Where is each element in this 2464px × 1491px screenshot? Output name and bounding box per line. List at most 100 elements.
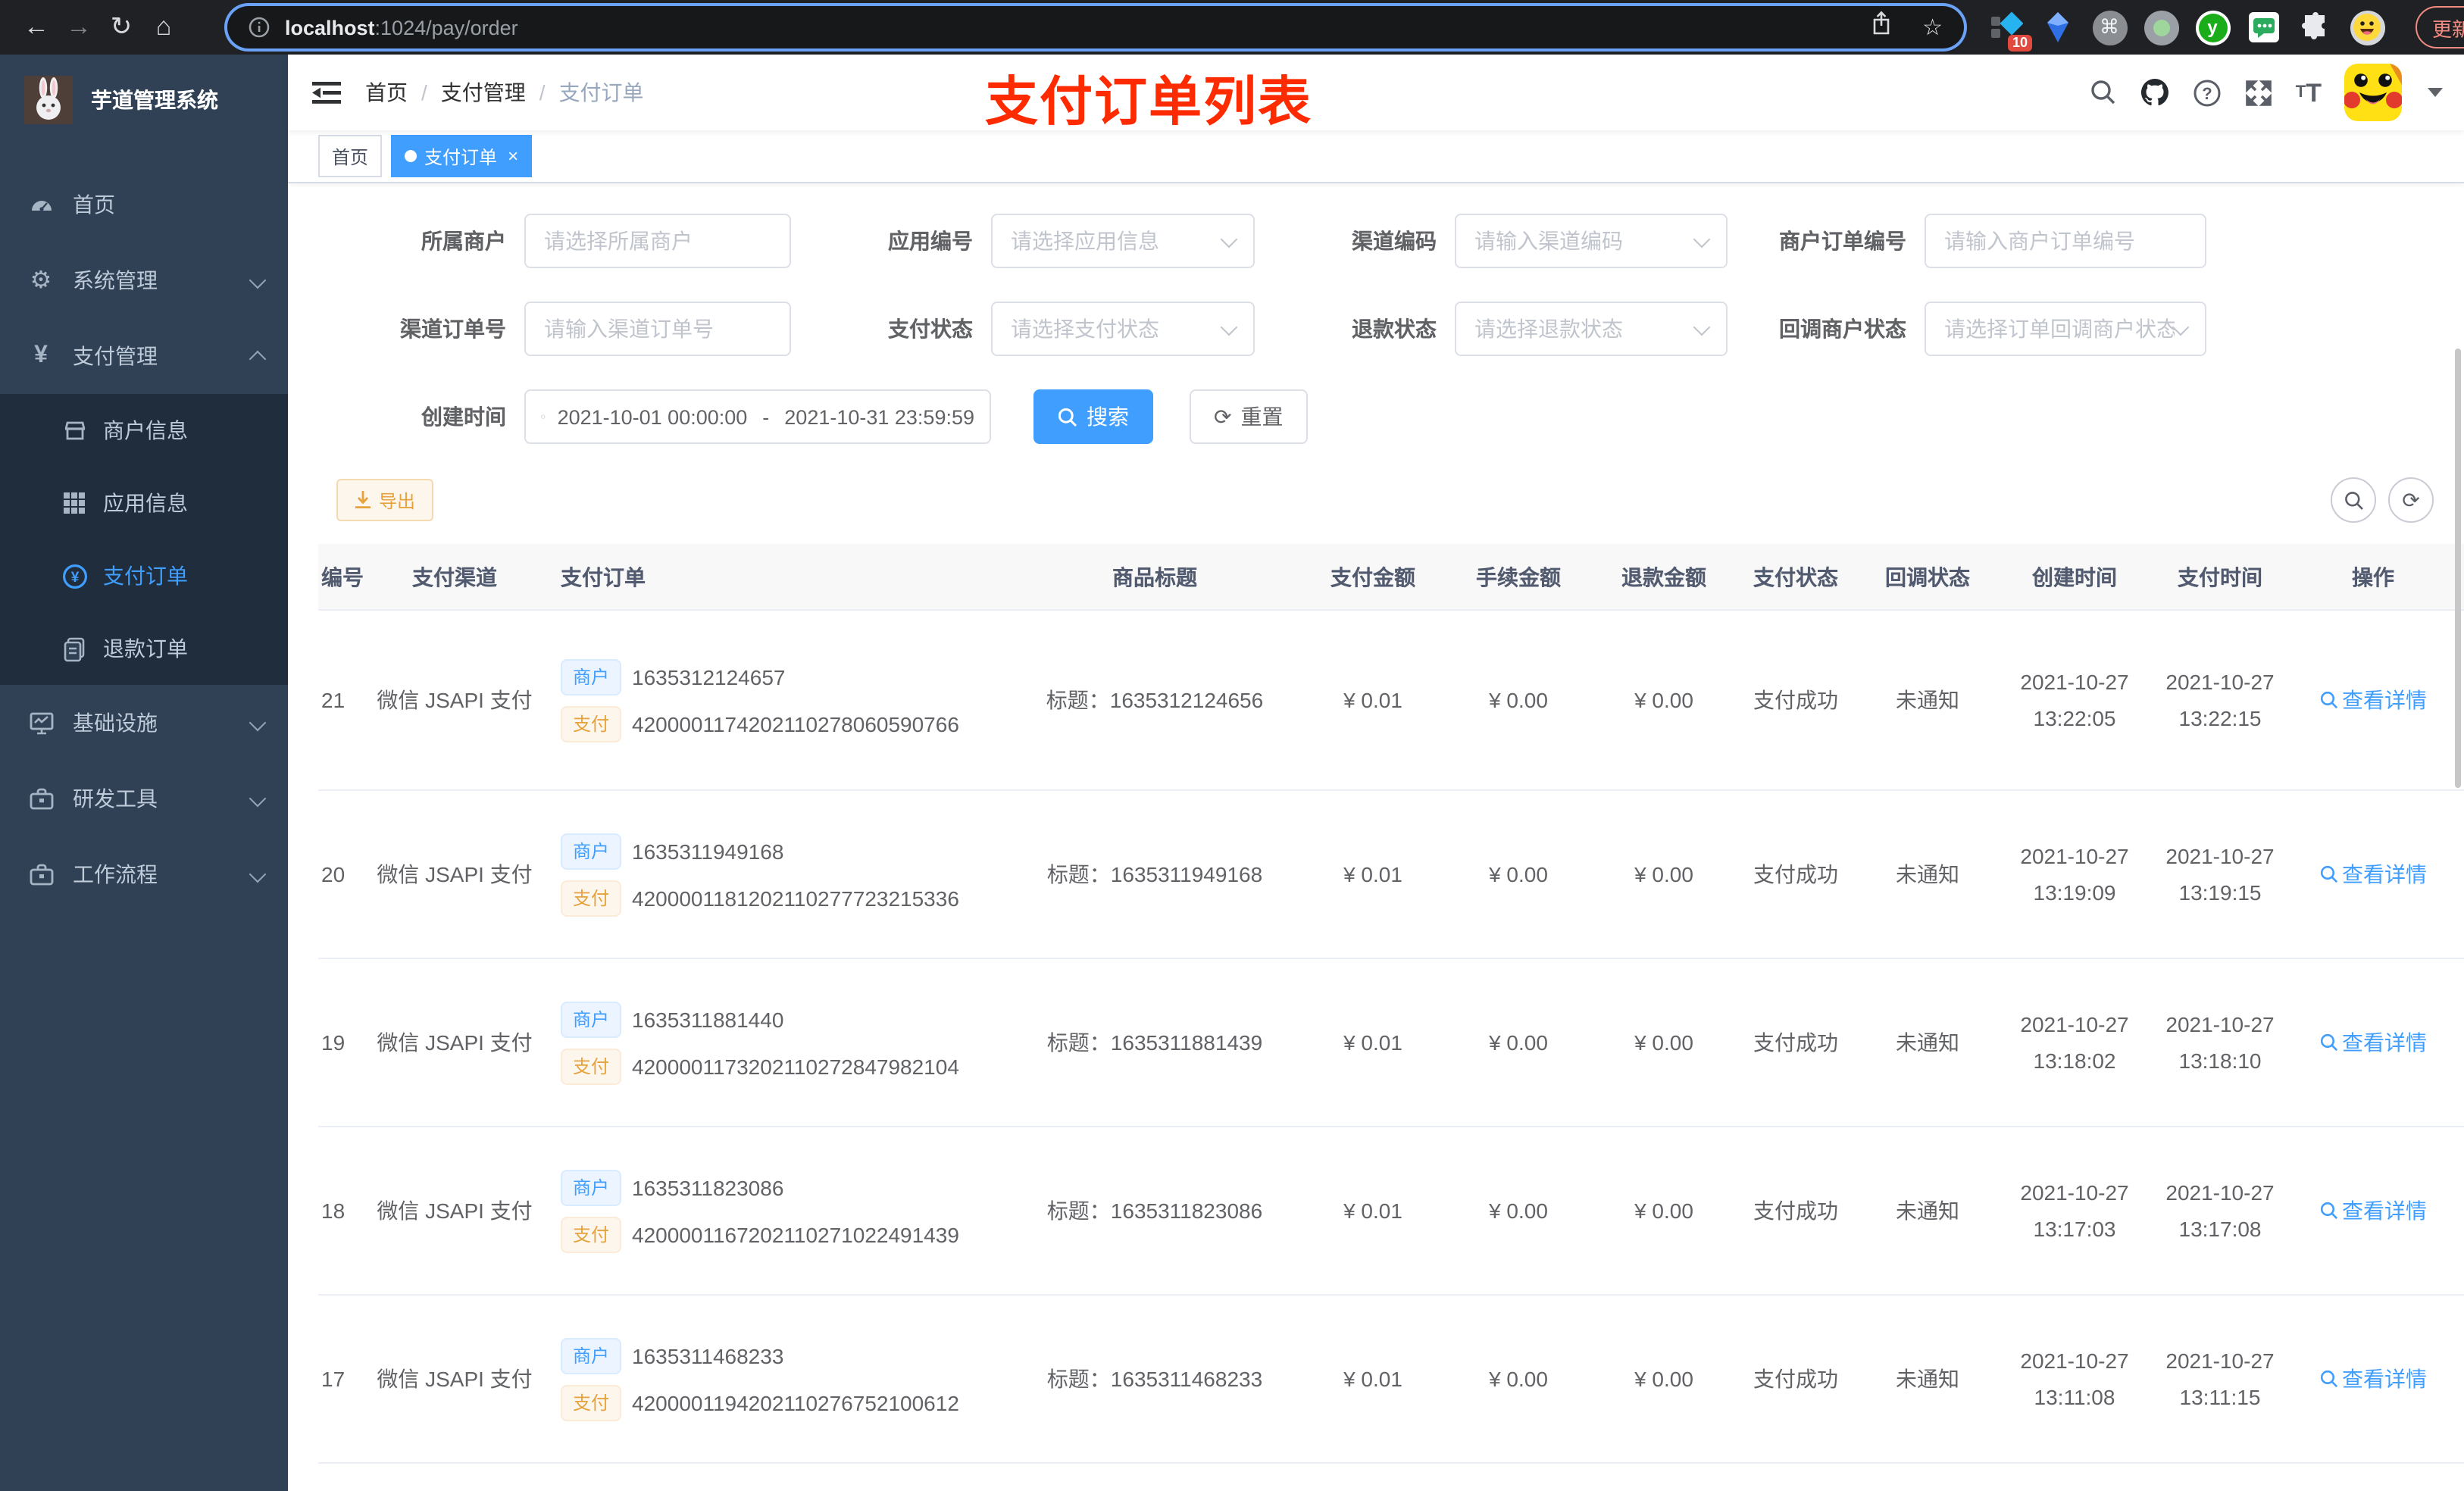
emoji-extension-icon[interactable] (2349, 9, 2385, 45)
toggle-search-button[interactable] (2331, 477, 2376, 523)
page-scrollbar[interactable] (2455, 349, 2461, 788)
share-icon[interactable] (1869, 11, 1892, 44)
filter-input[interactable]: 请选择所属商户 (524, 214, 791, 268)
view-detail-link[interactable]: 查看详情 (2319, 1364, 2427, 1394)
export-button[interactable]: 导出 (336, 479, 434, 521)
filter-input[interactable]: 请输入商户订单编号 (1925, 214, 2206, 268)
chat-extension-icon[interactable] (2246, 9, 2282, 45)
help-icon[interactable]: ? (2193, 78, 2222, 107)
filter-label-create-time: 创建时间 (421, 405, 506, 429)
sidebar-item-dev-tools[interactable]: 研发工具 (0, 761, 288, 836)
view-detail-link[interactable]: 查看详情 (2319, 859, 2427, 889)
placeholder-text: 请选择支付状态 (1011, 317, 1159, 341)
cell-id: 18 (318, 1127, 364, 1296)
gear-icon: ⚙ (30, 268, 52, 294)
top-navbar: 首页 / 支付管理 / 支付订单 支付订单列表 ? T T (288, 55, 2464, 132)
filter-group: 回调商户状态 请选择订单回调商户状态 (1728, 302, 2206, 356)
pinned-extension-icon[interactable]: 10 (1988, 9, 2032, 52)
view-detail-link[interactable]: 查看详情 (2319, 685, 2427, 715)
column-header: 支付订单 (546, 544, 1000, 611)
browser-reload-icon[interactable]: ↻ (100, 12, 142, 42)
pay-order-table: 编号 支付渠道 支付订单 商品标题 支付金额 手续金额 退款金额 支付状态 回调状态 创建时间 支付… (318, 544, 2464, 1491)
site-info-icon[interactable] (249, 17, 270, 38)
breadcrumb-payment[interactable]: 支付管理 (441, 77, 526, 108)
breadcrumb-current: 支付订单 (558, 80, 644, 105)
github-icon[interactable] (2140, 77, 2170, 108)
browser-update-button[interactable]: 更新 ⋮ (2416, 6, 2464, 48)
pay-tag: 支付 (561, 705, 622, 742)
page-content: 所属商户 请选择所属商户 应用编号 请选择应用信息 渠道编码 请输入渠道编码 商户订单编号请… (288, 183, 2464, 1491)
cell-refund: ¥ 0.00 (1600, 1295, 1728, 1464)
sidebar-item-label: 应用信息 (103, 491, 188, 515)
view-detail-link[interactable]: 查看详情 (2319, 1196, 2427, 1226)
sidebar-item-infrastructure[interactable]: 基础设施 (0, 685, 288, 761)
channel-order-no: 4200001181202110277723215336 (632, 886, 959, 910)
filter-select[interactable]: 请选择支付状态 (991, 302, 1255, 356)
command-extension-icon[interactable]: ⌘ (2091, 9, 2128, 45)
pay-tag: 支付 (561, 1048, 622, 1084)
search-icon (2344, 491, 2362, 509)
y-extension-icon[interactable]: y (2194, 9, 2231, 45)
cell-fee: ¥ 0.00 (1437, 610, 1600, 791)
sidebar-item-workflow[interactable]: 工作流程 (0, 836, 288, 912)
pay-tag: 支付 (561, 1216, 622, 1252)
cell-created: 2021-10-27 13:19:09 (1991, 790, 2158, 959)
sidebar-item-app-info[interactable]: 应用信息 (0, 467, 288, 539)
filter-select[interactable]: 请输入渠道编码 (1455, 214, 1728, 268)
sidebar-item-system[interactable]: ⚙ 系统管理 (0, 242, 288, 318)
sidebar-item-home[interactable]: 首页 (0, 167, 288, 242)
user-avatar[interactable] (2344, 64, 2402, 121)
header-search-icon[interactable] (2090, 79, 2117, 106)
bookmark-star-icon[interactable]: ☆ (1922, 14, 1943, 41)
filter-group: 渠道订单号 请输入渠道订单号 (318, 302, 791, 356)
channel-order-no: 4200001174202110278060590766 (632, 711, 959, 736)
extensions-puzzle-icon[interactable] (2297, 9, 2334, 45)
cell-id: 19 (318, 958, 364, 1127)
sidebar-item-label: 商户信息 (103, 418, 188, 442)
pay-tag: 支付 (561, 880, 622, 916)
tab-home[interactable]: 首页 (318, 135, 383, 177)
placeholder-text: 请选择所属商户 (544, 229, 693, 253)
sidebar-item-refund-order[interactable]: 退款订单 (0, 612, 288, 685)
tab-close-icon[interactable]: × (508, 145, 518, 167)
avatar-dropdown-icon[interactable] (2428, 88, 2443, 97)
reset-button[interactable]: ⟳ 重置 (1190, 389, 1308, 444)
create-time-range-input[interactable]: 2021-10-01 00:00:00 - 2021-10-31 23:59:5… (524, 389, 991, 444)
sidebar-item-merchant-info[interactable]: 商户信息 (0, 394, 288, 467)
cell-pay-order: 商户 1635311823086 支付 42000011672021102710224… (546, 1127, 1000, 1296)
sidebar-collapse-icon[interactable] (288, 80, 365, 105)
view-detail-link[interactable]: 查看详情 (2319, 1027, 2427, 1058)
sidebar-item-pay-order[interactable]: ¥ 支付订单 (0, 539, 288, 612)
cell-created: 2021-10-27 13:11:08 (1991, 1295, 2158, 1464)
filter-select[interactable]: 请选择订单回调商户状态 (1925, 302, 2206, 356)
chevron-down-icon (249, 271, 267, 289)
merchant-tag: 商户 (561, 1001, 622, 1037)
breadcrumb-home[interactable]: 首页 (365, 77, 408, 108)
tab-pay-order[interactable]: 支付订单 × (391, 135, 533, 177)
fullscreen-icon[interactable] (2244, 78, 2273, 107)
sidebar-item-payment[interactable]: ¥ 支付管理 (0, 318, 288, 394)
browser-forward-icon[interactable]: → (58, 12, 100, 42)
filter-select[interactable]: 请选择应用信息 (991, 214, 1255, 268)
sidebar-item-label: 支付订单 (103, 564, 188, 588)
filter-input[interactable]: 请输入渠道订单号 (524, 302, 791, 356)
filter-label: 渠道订单号 (400, 317, 506, 341)
filter-select[interactable]: 请选择退款状态 (1455, 302, 1728, 356)
cell-fee: ¥ 0.00 (1437, 790, 1600, 959)
dot-extension-icon[interactable] (2143, 9, 2179, 45)
cell-paid: 2021-10-27 13:22:15 (2158, 610, 2282, 791)
search-icon (2319, 865, 2337, 883)
gem-extension-icon[interactable] (2040, 9, 2076, 45)
cell-refund: ¥ 0.00 (1600, 1127, 1728, 1296)
filter-row-3: 创建时间 2021-10-01 00:00:00 - 2021-10-31 23… (318, 389, 2464, 444)
cell-paid: 2021-10-27 13:19:15 (2158, 790, 2282, 959)
browser-home-icon[interactable]: ⌂ (142, 12, 185, 42)
chevron-down-icon (2172, 317, 2190, 336)
cell-paid: 2021-10-27 13:18:10 (2158, 958, 2282, 1127)
refresh-icon: ⟳ (2402, 487, 2420, 511)
font-size-icon[interactable]: TT (2296, 80, 2322, 105)
refresh-table-button[interactable]: ⟳ (2388, 477, 2434, 523)
address-bar[interactable]: localhost:1024/pay/order ☆ (227, 6, 1964, 48)
browser-back-icon[interactable]: ← (15, 12, 58, 42)
search-button[interactable]: 搜索 (1033, 389, 1153, 444)
